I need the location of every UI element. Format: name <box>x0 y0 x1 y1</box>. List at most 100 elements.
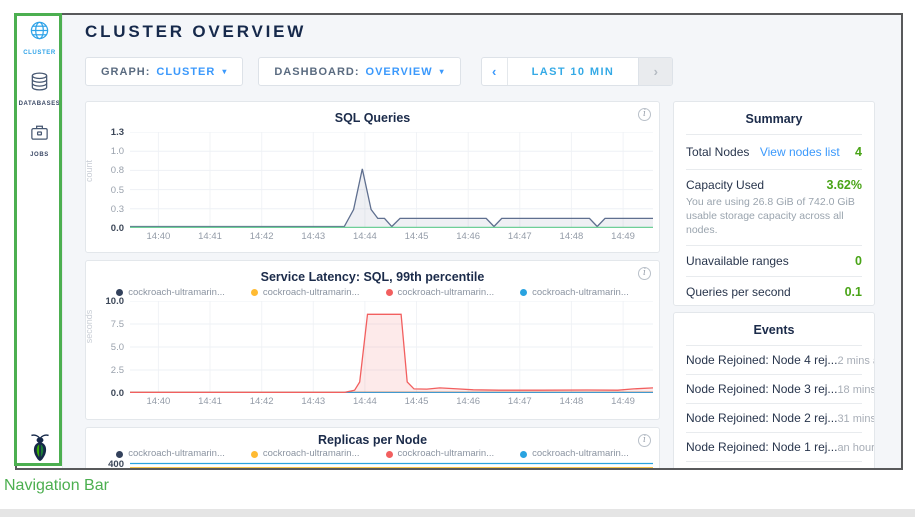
info-icon[interactable] <box>638 267 651 280</box>
legend-dot-icon <box>251 451 258 458</box>
legend-label: cockroach-ultramarin... <box>263 287 360 298</box>
legend-label: cockroach-ultramarin... <box>532 287 629 298</box>
sidebar-item-cluster[interactable]: CLUSTER <box>23 20 56 56</box>
dashboard-dropdown-label: DASHBOARD: <box>274 66 359 78</box>
event-row[interactable]: Node Rejoined: Node 4 rej... 2 mins ago <box>686 346 862 375</box>
event-row[interactable]: Node Rejoined: Node 3 rej... 18 mins ago <box>686 375 862 404</box>
y-axis-tick-label: 0.3 <box>94 204 124 215</box>
info-icon[interactable] <box>638 434 651 447</box>
legend-label: cockroach-ultramarin... <box>128 449 225 459</box>
x-axis-tick-label: 14:41 <box>190 231 230 242</box>
x-axis-tick-label: 14:49 <box>603 396 643 407</box>
summary-row-label: Total Nodes <box>686 145 749 159</box>
event-time: 18 mins ago <box>837 384 875 396</box>
event-time: 2 mins ago <box>837 355 875 367</box>
time-range-label[interactable]: LAST 10 MIN <box>508 58 639 85</box>
x-axis-tick-label: 14:42 <box>242 231 282 242</box>
chart-title: Replicas per Node <box>318 433 427 447</box>
legend-item[interactable]: cockroach-ultramarin... <box>520 287 629 298</box>
x-axis-tick-label: 14:49 <box>603 231 643 242</box>
event-row[interactable]: Node Rejoined: Node 4 rej... an hour ago <box>686 462 862 468</box>
legend-item[interactable]: cockroach-ultramarin... <box>116 287 225 298</box>
summary-row-value: 3.62% <box>827 178 862 192</box>
sql-queries-plot: count 0.00.30.50.81.01.314:4014:4114:421… <box>90 132 653 244</box>
graph-dropdown[interactable]: GRAPH: CLUSTER ▾ <box>85 57 243 86</box>
legend-item[interactable]: cockroach-ultramarin... <box>251 287 360 298</box>
y-axis-tick-label: 400 <box>94 459 124 468</box>
event-text: Node Rejoined: Node 1 rej... <box>686 440 837 454</box>
x-axis-tick-label: 14:46 <box>448 396 488 407</box>
x-axis-tick-label: 14:43 <box>293 396 333 407</box>
legend-dot-icon <box>386 289 393 296</box>
database-icon <box>29 71 50 97</box>
sql-queries-chart-card: SQL Queries count 0.00.30.50.81.01.314:4… <box>85 101 660 253</box>
cockroachdb-logo[interactable] <box>17 432 62 462</box>
sidebar-item-databases[interactable]: DATABASES <box>19 71 61 107</box>
legend-dot-icon <box>520 451 527 458</box>
sidebar-item-jobs[interactable]: JOBS <box>29 122 50 158</box>
summary-row-queries-per-second: Queries per second 0.1 <box>686 277 862 306</box>
event-row[interactable]: Node Rejoined: Node 1 rej... an hour ago <box>686 433 862 462</box>
event-row[interactable]: Node Rejoined: Node 2 rej... 31 mins ago <box>686 404 862 433</box>
time-range-next-button[interactable]: › <box>638 58 672 85</box>
legend-dot-icon <box>116 451 123 458</box>
y-axis-unit: count <box>84 160 94 182</box>
view-nodes-list-link[interactable]: View nodes list <box>760 145 840 159</box>
x-axis-tick-label: 14:48 <box>551 231 591 242</box>
legend-item[interactable]: cockroach-ultramarin... <box>520 449 629 459</box>
summary-row-value: 0 <box>855 254 862 268</box>
service-latency-svg <box>130 301 653 393</box>
time-range-prev-button[interactable]: ‹ <box>482 58 508 85</box>
x-axis-tick-label: 14:41 <box>190 396 230 407</box>
sql-queries-svg <box>130 132 653 228</box>
replicas-per-node-svg <box>130 459 653 468</box>
x-axis-tick-label: 14:43 <box>293 231 333 242</box>
chart-legend: cockroach-ultramarin... cockroach-ultrama… <box>86 287 659 298</box>
y-axis-tick-label: 0.0 <box>94 223 124 234</box>
controls-row: GRAPH: CLUSTER ▾ DASHBOARD: OVERVIEW ▾ ‹… <box>85 57 901 86</box>
legend-dot-icon <box>520 289 527 296</box>
y-axis-unit: seconds <box>84 310 94 344</box>
y-axis-tick-label: 0.0 <box>94 388 124 399</box>
dashboard-dropdown[interactable]: DASHBOARD: OVERVIEW ▾ <box>258 57 460 86</box>
x-axis-tick-label: 14:40 <box>138 396 178 407</box>
info-icon[interactable] <box>638 108 651 121</box>
main-content: CLUSTER OVERVIEW GRAPH: CLUSTER ▾ DASHBO… <box>63 15 901 468</box>
event-time: 31 mins ago <box>837 413 875 425</box>
graph-dropdown-value: CLUSTER <box>156 66 215 78</box>
legend-dot-icon <box>386 451 393 458</box>
chart-title: Service Latency: SQL, 99th percentile <box>261 270 485 284</box>
x-axis-tick-label: 14:45 <box>397 396 437 407</box>
sidebar-item-label: CLUSTER <box>23 50 56 56</box>
legend-item[interactable]: cockroach-ultramarin... <box>251 449 360 459</box>
x-axis-tick-label: 14:42 <box>242 396 282 407</box>
summary-row-label: Queries per second <box>686 285 791 299</box>
event-time: an hour ago <box>837 442 875 454</box>
page-title: CLUSTER OVERVIEW <box>85 22 901 42</box>
screenshot-stage: CLUSTER DATABASES <box>0 0 915 517</box>
x-axis-tick-label: 14:46 <box>448 231 488 242</box>
globe-icon <box>29 20 50 46</box>
legend-item[interactable]: cockroach-ultramarin... <box>386 449 495 459</box>
legend-dot-icon <box>116 289 123 296</box>
charts-column: SQL Queries count 0.00.30.50.81.01.314:4… <box>85 101 660 468</box>
right-column: Summary Total Nodes View nodes list 4 Ca… <box>673 101 875 468</box>
event-text: Node Rejoined: Node 3 rej... <box>686 382 837 396</box>
events-title: Events <box>686 313 862 346</box>
replicas-per-node-plot: 400 <box>90 459 653 468</box>
legend-item[interactable]: cockroach-ultramarin... <box>386 287 495 298</box>
chart-legend: cockroach-ultramarin... cockroach-ultrama… <box>86 449 659 459</box>
y-axis-tick-label: 10.0 <box>94 296 124 307</box>
legend-label: cockroach-ultramarin... <box>263 449 360 459</box>
briefcase-icon <box>29 122 50 148</box>
legend-item[interactable]: cockroach-ultramarin... <box>116 449 225 459</box>
summary-row-unavailable-ranges: Unavailable ranges 0 <box>686 246 862 277</box>
service-latency-plot: seconds 0.02.55.07.510.014:4014:4114:421… <box>90 301 653 409</box>
admin-ui-window: CLUSTER DATABASES <box>15 13 903 470</box>
summary-row-value: 0.1 <box>845 285 862 299</box>
time-range-selector: ‹ LAST 10 MIN › <box>481 57 674 86</box>
event-text: Node Rejoined: Node 2 rej... <box>686 411 837 425</box>
x-axis-tick-label: 14:47 <box>500 231 540 242</box>
y-axis-tick-label: 5.0 <box>94 342 124 353</box>
service-latency-chart-card: Service Latency: SQL, 99th percentile co… <box>85 260 660 420</box>
